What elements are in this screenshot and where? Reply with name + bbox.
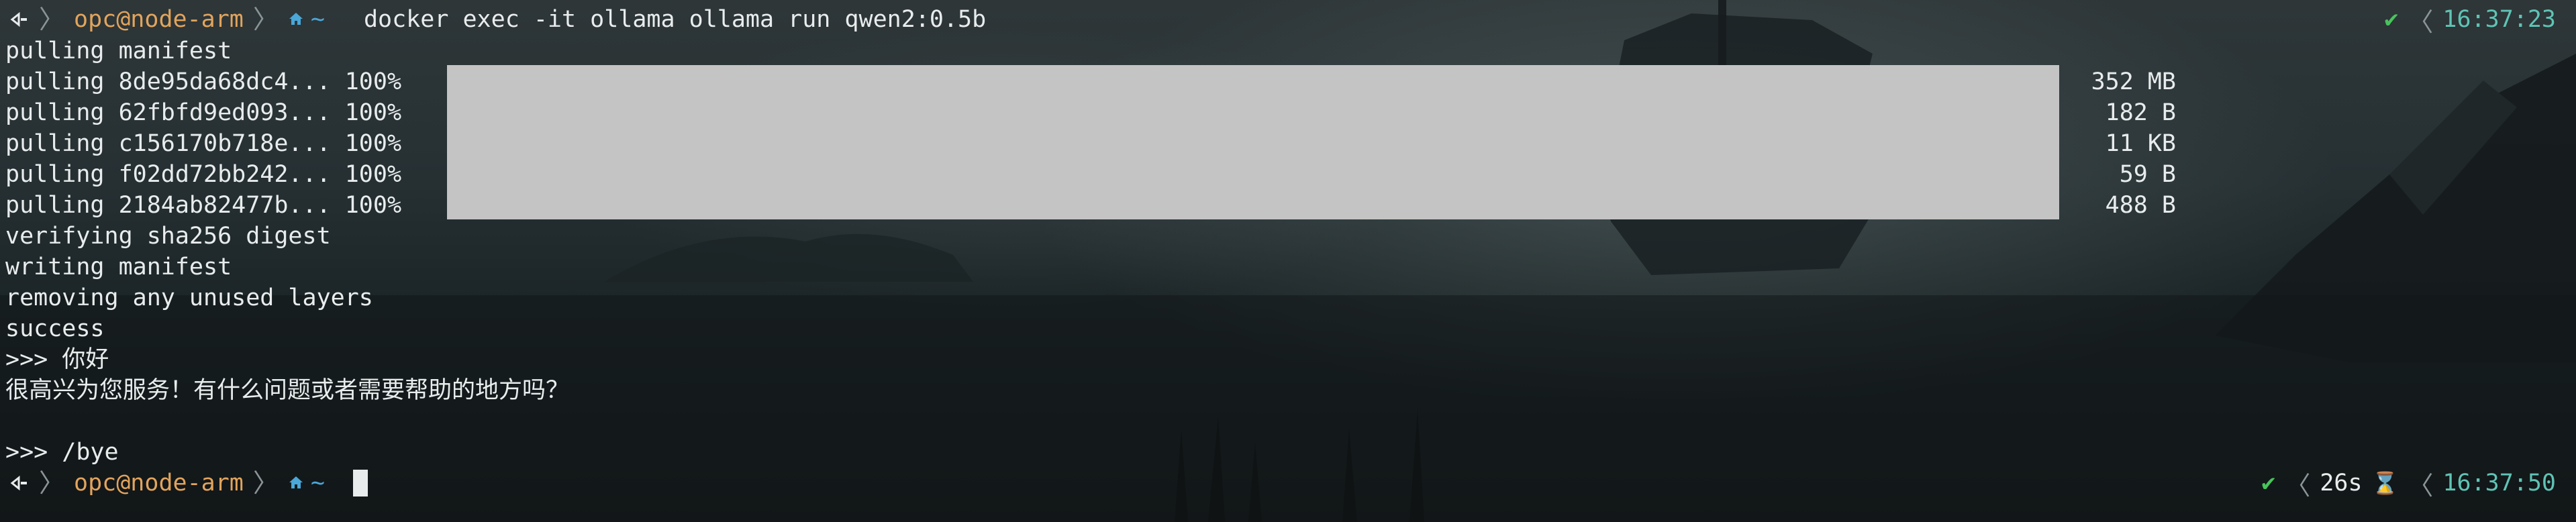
terminal-window[interactable]: 〉 opc@node-arm 〉 ~ docker exec -it ollam… — [0, 0, 2576, 522]
model-reply-line: 很高兴为您服务！有什么问题或者需要帮助的地方吗？ — [5, 377, 570, 404]
output-line: writing manifest — [5, 254, 232, 280]
chevron-right-icon: 〉 — [39, 5, 65, 34]
layer-size: 182 B — [2105, 99, 2176, 126]
layer-size: 488 B — [2105, 192, 2176, 219]
current-path: ~ — [310, 6, 325, 33]
layer-label: pulling c156170b718e... 100% — [5, 130, 402, 157]
output-line: verifying sha256 digest — [5, 223, 331, 250]
output-line: success — [5, 315, 105, 342]
terminal-prompt-icon — [9, 473, 30, 493]
progress-bar — [447, 65, 2059, 219]
output-line: pulling manifest — [5, 38, 232, 64]
command-duration: 26s — [2320, 470, 2363, 497]
check-icon: ✔ — [2384, 6, 2399, 33]
terminal-prompt-icon — [9, 9, 30, 30]
command-text: docker exec -it ollama ollama run qwen2:… — [363, 6, 987, 33]
timestamp-top: 16:37:23 — [2442, 6, 2556, 33]
home-icon — [288, 4, 304, 35]
layer-size: 11 KB — [2105, 130, 2176, 157]
user-host: opc@node-arm — [74, 470, 244, 497]
output-line: removing any unused layers — [5, 284, 373, 311]
prompt-line-bottom: 〉 opc@node-arm 〉 ~ — [9, 468, 368, 499]
layer-label: pulling f02dd72bb242... 100% — [5, 161, 402, 188]
prompt-line-top: 〉 opc@node-arm 〉 ~ docker exec -it ollam… — [9, 4, 986, 35]
check-icon: ✔ — [2261, 470, 2276, 497]
chevron-right-icon: 〉 — [39, 468, 65, 498]
chevron-right-icon: 〉 — [252, 5, 279, 34]
chevron-left-icon: 〈 — [2285, 470, 2311, 501]
timestamp-bottom: 16:37:50 — [2442, 470, 2556, 497]
layer-size: 352 MB — [2091, 68, 2176, 95]
status-top: ✔ 〈 16:37:23 — [2384, 4, 2556, 37]
text-cursor[interactable] — [352, 470, 368, 497]
user-input-line: >>> 你好 — [5, 346, 109, 373]
layer-label: pulling 8de95da68dc4... 100% — [5, 68, 402, 95]
layer-label: pulling 62fbfd9ed093... 100% — [5, 99, 402, 126]
status-bottom: ✔ 〈 26s ⌛ 〈 16:37:50 — [2261, 468, 2556, 501]
chevron-right-icon: 〉 — [252, 468, 279, 498]
user-host: opc@node-arm — [74, 6, 244, 33]
chevron-left-icon: 〈 — [2408, 7, 2434, 37]
current-path: ~ — [310, 470, 325, 497]
layer-size: 59 B — [2119, 161, 2176, 188]
home-icon — [288, 468, 304, 499]
hourglass-icon: ⌛ — [2371, 470, 2399, 496]
layer-label: pulling 2184ab82477b... 100% — [5, 192, 402, 219]
user-input-line: >>> /bye — [5, 439, 119, 466]
chevron-left-icon: 〈 — [2408, 470, 2434, 501]
